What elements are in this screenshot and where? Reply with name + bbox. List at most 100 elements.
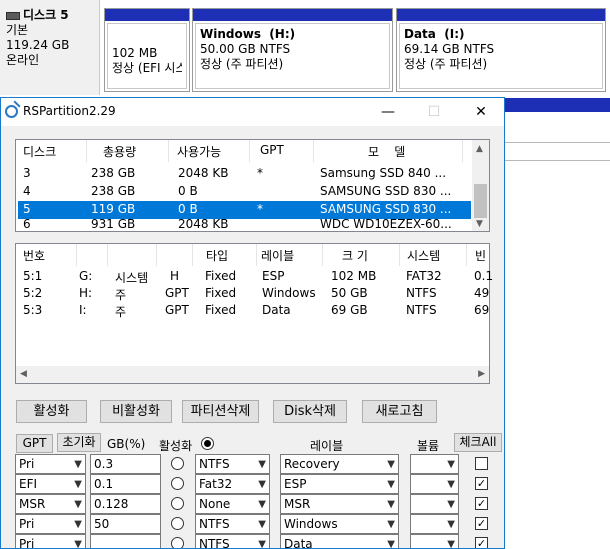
volume-select[interactable]: ▼ [410,534,459,548]
col-system[interactable]: 시스템 [407,247,440,264]
size-value: 0.128 [94,497,129,511]
fs-select[interactable]: NTFS ▼ [195,514,270,534]
disk-row[interactable]: 4 238 GB 0 B SAMSUNG SSD 830 ... [18,183,471,201]
cell-free: 2048 KB [178,166,229,180]
minimize-button[interactable]: — [365,98,411,126]
cell-model: WDC WD10EZEX-60... [320,219,452,231]
partition-list-header: 번호 타입 레이블 크 기 시스템 빈 [16,244,489,266]
size-input[interactable]: 0.3 [90,454,161,474]
scroll-left-icon[interactable]: ◀ [20,369,27,379]
col-disk[interactable]: 디스크 [23,143,56,160]
chevron-down-icon: ▼ [74,499,82,510]
partition-data[interactable]: Data (I:) 69.14 GB NTFS 정상 (주 파티션) [396,8,606,92]
refresh-button[interactable]: 새로고침 [362,400,437,423]
cell-type: Fixed [205,303,237,317]
scroll-down-icon[interactable]: ▼ [476,219,483,229]
label-select[interactable]: Data ▼ [280,534,399,548]
type-select[interactable]: Pri ▼ [15,514,86,534]
chevron-down-icon: ▼ [387,459,395,470]
row-checkbox-checked[interactable]: ✓ [475,477,488,490]
cell-kind: 주 [115,288,127,302]
size-input[interactable] [90,534,161,548]
col-total[interactable]: 총용량 [103,143,136,160]
partition-windows[interactable]: Windows (H:) 50.00 GB NTFS 정상 (주 파티션) [192,8,393,92]
cell-type: Fixed [205,286,237,300]
row-checkbox[interactable] [475,457,488,470]
chevron-down-icon: ▼ [258,519,266,530]
col-number[interactable]: 번호 [23,247,45,264]
active-radio[interactable] [171,497,184,510]
background-window [505,98,610,549]
cell-disk: 4 [23,184,31,198]
col-model[interactable]: 모 델 [368,143,405,160]
fs-select[interactable]: Fat32 ▼ [195,474,270,494]
title-bar[interactable]: RSPartition2.29 — ☐ ✕ [1,98,504,126]
cell-drive: I: [79,303,87,317]
disk-row[interactable]: 3 238 GB 2048 KB * Samsung SSD 840 ... [18,165,471,183]
maximize-button[interactable]: ☐ [411,98,457,126]
fs-select[interactable]: NTFS ▼ [195,454,270,474]
partition-row[interactable]: 5:3 I: 주 GPT Fixed Data 69 GB NTFS 69 [18,302,489,320]
row-checkbox-checked[interactable]: ✓ [475,537,488,548]
label-header: 레이블 [310,439,344,453]
delete-partition-button[interactable]: 파티션삭제 [182,400,259,423]
label-select[interactable]: MSR ▼ [280,494,399,514]
size-input[interactable]: 0.128 [90,494,161,514]
partition-list-hscrollbar[interactable]: ◀ ▶ [16,366,489,383]
close-button[interactable]: ✕ [458,98,504,126]
partition-efi[interactable]: 102 MB 정상 (EFI 시스 [104,8,190,92]
active-radio[interactable] [171,477,184,490]
active-radio[interactable] [171,537,184,548]
activate-button[interactable]: 활성화 [16,400,87,423]
partition-name: Windows (H:) [200,27,296,41]
volume-select[interactable]: ▼ [410,494,459,514]
active-header-radio[interactable] [201,437,214,450]
row-checkbox-checked[interactable]: ✓ [475,517,488,530]
row-checkbox-checked[interactable]: ✓ [475,497,488,510]
chevron-down-icon: ▼ [258,499,266,510]
active-radio[interactable] [171,457,184,470]
volume-select[interactable]: ▼ [410,514,459,534]
partition-row[interactable]: 5:1 G: 시스템 H Fixed ESP 102 MB FAT32 0.1 [18,268,493,286]
label-select[interactable]: Recovery ▼ [280,454,399,474]
col-free[interactable]: 빈 [475,247,486,264]
chevron-down-icon: ▼ [447,479,455,490]
deactivate-button[interactable]: 비활성화 [100,400,172,423]
type-select[interactable]: Pri ▼ [15,454,86,474]
type-select[interactable]: MSR ▼ [15,494,86,514]
disk-row[interactable]: 6 931 GB 2048 KB WDC WD10EZEX-60... [18,219,471,232]
disk-list[interactable]: 디스크 총용량 사용가능 GPT 모 델 3 238 GB 2048 KB * … [15,139,490,232]
size-input[interactable]: 50 [90,514,161,534]
scroll-right-icon[interactable]: ▶ [478,369,485,379]
type-value: MSR [19,497,46,511]
partition-list[interactable]: 번호 타입 레이블 크 기 시스템 빈 5:1 G: 시스템 H Fixed E… [15,243,493,384]
delete-disk-button[interactable]: Disk삭제 [273,400,347,423]
type-select[interactable]: EFI ▼ [15,474,86,494]
active-radio[interactable] [171,517,184,530]
disk-info[interactable]: 디스크 5 기본 119.24 GB 온라인 [0,0,100,95]
cell-flag: GPT [165,286,189,300]
col-type[interactable]: 타입 [206,247,228,264]
col-free[interactable]: 사용가능 [177,143,221,160]
size-input[interactable]: 0.1 [90,474,161,494]
scroll-thumb[interactable] [474,184,487,218]
label-value: Recovery [284,457,340,471]
col-label[interactable]: 레이블 [261,247,294,264]
gpt-button[interactable]: GPT [16,434,53,453]
disk-list-scrollbar[interactable]: ▲ ▼ [472,140,489,231]
init-button[interactable]: 초기화 [57,433,101,452]
volume-select[interactable]: ▼ [410,454,459,474]
col-gpt[interactable]: GPT [260,143,284,157]
check-all-button[interactable]: 체크All [454,433,502,452]
disk-row-selected[interactable]: 5 119 GB 0 B * SAMSUNG SSD 830 ... [18,201,471,219]
type-select[interactable]: Pri ▼ [15,534,86,548]
col-size[interactable]: 크 기 [342,247,368,264]
fs-select[interactable]: NTFS ▼ [195,534,270,548]
scroll-up-icon[interactable]: ▲ [476,144,483,154]
partition-row[interactable]: 5:2 H: 주 GPT Fixed Windows 50 GB NTFS 49 [18,285,489,303]
fs-value: Fat32 [199,477,233,491]
label-select[interactable]: Windows ▼ [280,514,399,534]
label-select[interactable]: ESP ▼ [280,474,399,494]
volume-select[interactable]: ▼ [410,474,459,494]
fs-select[interactable]: None ▼ [195,494,270,514]
